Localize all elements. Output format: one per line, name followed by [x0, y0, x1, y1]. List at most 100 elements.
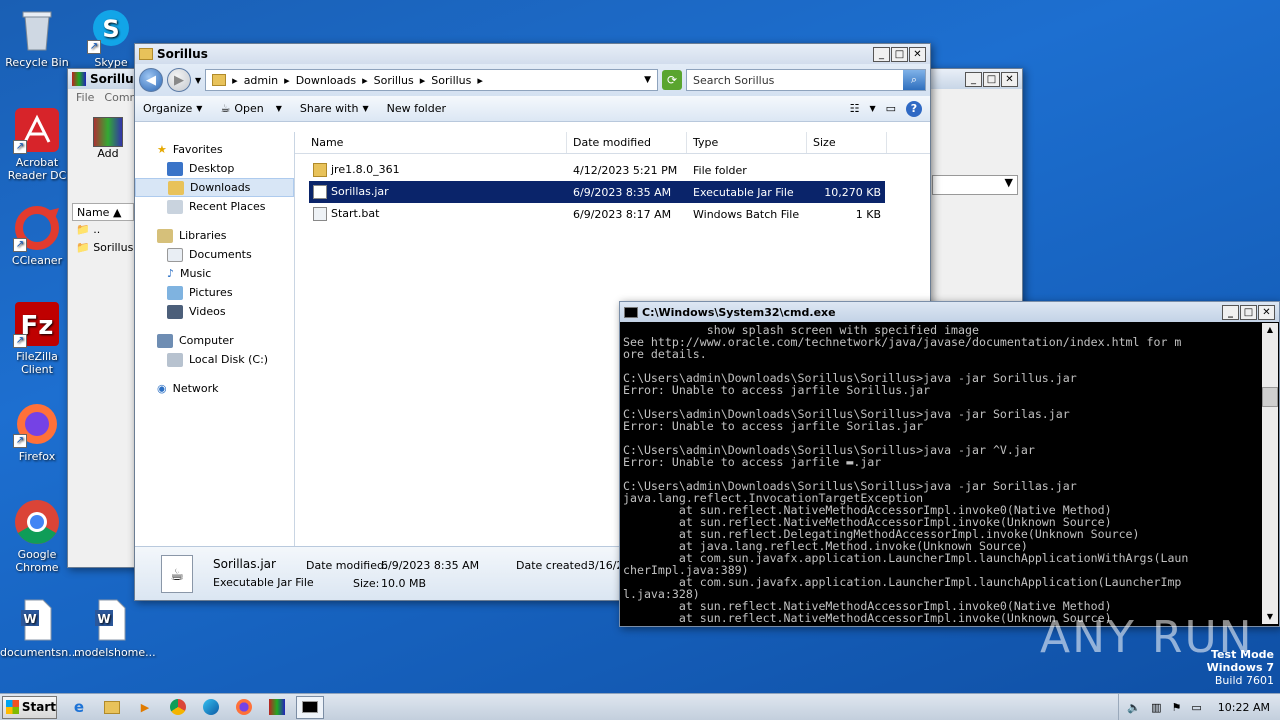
minimize-button[interactable]: _	[1222, 304, 1239, 320]
scroll-up-icon[interactable]: ▲	[1262, 323, 1278, 337]
desktop-icon-acrobat[interactable]: ↗ Acrobat Reader DC	[0, 106, 74, 182]
batch-file-icon	[313, 207, 327, 221]
console-output[interactable]: show splash screen with specified image S…	[623, 324, 1261, 624]
console-line: at com.sun.javafx.application.LauncherIm…	[623, 575, 1182, 589]
desktop-icon-label: FileZilla Client	[16, 350, 58, 376]
back-button[interactable]: ◀	[139, 68, 163, 92]
start-button[interactable]: Start	[2, 695, 57, 719]
nav-desktop[interactable]: Desktop	[135, 159, 294, 178]
desktop-icon-chrome[interactable]: Google Chrome	[0, 498, 74, 574]
organize-button[interactable]: Organize ▼	[143, 102, 202, 115]
clock[interactable]: 10:22 AM	[1218, 701, 1270, 714]
folder-icon	[212, 74, 227, 86]
desktop-icon-firefox[interactable]: ↗ Firefox	[0, 400, 74, 463]
vertical-scrollbar[interactable]: ▲ ▼	[1262, 323, 1278, 624]
window-title: Sorillus	[157, 47, 208, 61]
console-line: Error: Unable to access jarfile Sorillus…	[623, 383, 931, 397]
console-line: Error: Unable to access jarfile ▬.jar	[623, 455, 882, 469]
nav-favorites[interactable]: ★ Favorites	[135, 140, 294, 159]
winrar-icon	[269, 699, 285, 715]
column-header-type[interactable]: Type	[687, 132, 807, 153]
flag-icon[interactable]: ⚑	[1172, 701, 1182, 714]
taskbar-ie[interactable]: e	[65, 696, 93, 719]
taskbar-chrome[interactable]	[164, 696, 192, 719]
taskbar-winrar[interactable]	[263, 696, 291, 719]
nav-network[interactable]: ◉ Network	[135, 379, 294, 398]
desktop-icon-word-doc-1[interactable]: W documentsn...	[0, 596, 79, 659]
desktop-icon-filezilla[interactable]: Fz ↗ FileZilla Client	[0, 300, 74, 376]
breadcrumb-sorillus-current[interactable]: Sorillus ▸	[431, 74, 483, 87]
close-button[interactable]: ✕	[1001, 71, 1018, 87]
taskbar-cmd[interactable]	[296, 695, 324, 719]
network-tray-icon[interactable]: ▥	[1151, 701, 1161, 714]
menu-file[interactable]: File	[76, 91, 94, 105]
close-button[interactable]: ✕	[1258, 304, 1275, 320]
file-row-selected[interactable]: Sorillas.jar 6/9/2023 8:35 AM Executable…	[309, 181, 885, 203]
preview-pane-icon[interactable]: ▭	[886, 102, 896, 115]
archive-path-dropdown[interactable]: ▼	[932, 175, 1018, 195]
desktop-icon-ccleaner[interactable]: ↗ CCleaner	[0, 204, 74, 267]
maximize-button[interactable]: □	[983, 71, 1000, 87]
cmd-titlebar[interactable]: C:\Windows\System32\cmd.exe _ □ ✕	[620, 302, 1279, 322]
volume-icon[interactable]: 🔈	[1127, 701, 1141, 714]
nav-documents[interactable]: Documents	[135, 245, 294, 264]
close-button[interactable]: ✕	[909, 46, 926, 62]
column-header-name[interactable]: Name	[295, 132, 567, 153]
breadcrumb-downloads[interactable]: Downloads ▸	[296, 74, 368, 87]
command-prompt-window[interactable]: C:\Windows\System32\cmd.exe _ □ ✕ show s…	[619, 301, 1280, 627]
explorer-titlebar[interactable]: Sorillus _ □ ✕	[135, 44, 930, 64]
file-row[interactable]: jre1.8.0_361 4/12/2023 5:21 PM File fold…	[309, 159, 885, 181]
share-with-button[interactable]: Share with ▼	[300, 102, 369, 115]
nav-pictures[interactable]: Pictures	[135, 283, 294, 302]
taskbar-media-player[interactable]: ▶	[131, 696, 159, 719]
column-header-size[interactable]: Size	[807, 132, 887, 153]
search-icon[interactable]: ⌕	[903, 70, 925, 90]
search-input[interactable]: Search Sorillus ⌕	[686, 69, 926, 91]
scroll-thumb[interactable]	[1262, 387, 1278, 407]
column-header-name[interactable]: Name ▲	[72, 203, 134, 221]
maximize-button[interactable]: □	[1240, 304, 1257, 320]
taskbar-edge[interactable]	[197, 696, 225, 719]
address-bar[interactable]: ▸ admin ▸ Downloads ▸ Sorillus ▸ Sorillus ▸ …	[205, 69, 658, 91]
forward-button[interactable]: ▶	[167, 68, 191, 92]
maximize-button[interactable]: □	[891, 46, 908, 62]
nav-libraries[interactable]: Libraries	[135, 226, 294, 245]
battery-icon[interactable]: ▭	[1191, 701, 1201, 714]
list-item[interactable]: 📁 ..	[76, 221, 133, 239]
minimize-button[interactable]: _	[965, 71, 982, 87]
shortcut-arrow-icon: ↗	[13, 238, 27, 252]
nav-computer[interactable]: Computer	[135, 331, 294, 350]
firefox-icon: ↗	[13, 400, 61, 448]
desktop-icon-recycle-bin[interactable]: Recycle Bin	[0, 6, 74, 69]
desktop-icon-label: CCleaner	[11, 254, 63, 267]
taskbar-firefox[interactable]	[230, 696, 258, 719]
minimize-button[interactable]: _	[873, 46, 890, 62]
nav-downloads[interactable]: Downloads	[135, 178, 294, 197]
breadcrumb-sorillus[interactable]: Sorillus ▸	[374, 74, 426, 87]
breadcrumb-admin[interactable]: admin ▸	[244, 74, 290, 87]
internet-explorer-icon: e	[73, 698, 85, 716]
desktop-icon-word-doc-2[interactable]: W modelshome...	[74, 596, 156, 659]
history-dropdown-icon[interactable]: ▼	[195, 76, 201, 85]
address-dropdown-icon[interactable]: ▼	[644, 75, 651, 85]
details-size-label: Size:	[353, 577, 380, 590]
nav-local-disk[interactable]: Local Disk (C:)	[135, 350, 294, 369]
chrome-icon	[170, 699, 186, 715]
scroll-down-icon[interactable]: ▼	[1262, 610, 1278, 624]
taskbar-explorer[interactable]	[98, 696, 126, 719]
file-row[interactable]: Start.bat 6/9/2023 8:17 AM Windows Batch…	[309, 203, 885, 225]
help-icon[interactable]: ?	[906, 100, 922, 117]
add-button[interactable]: Add	[88, 117, 128, 160]
breadcrumb-separator-icon[interactable]: ▸	[232, 74, 238, 87]
folder-icon	[104, 700, 120, 714]
new-folder-button[interactable]: New folder	[387, 102, 446, 115]
column-header-date[interactable]: Date modified	[567, 132, 687, 153]
view-dropdown-icon[interactable]: ▼	[869, 104, 875, 113]
nav-videos[interactable]: Videos	[135, 302, 294, 321]
nav-music[interactable]: ♪ Music	[135, 264, 294, 283]
nav-recent-places[interactable]: Recent Places	[135, 197, 294, 216]
open-button[interactable]: ☕ Open ▼	[220, 102, 281, 115]
refresh-button[interactable]: ⟳	[662, 70, 682, 90]
list-item[interactable]: 📁 Sorillus	[76, 239, 133, 257]
view-options-icon[interactable]: ☷	[850, 102, 860, 115]
